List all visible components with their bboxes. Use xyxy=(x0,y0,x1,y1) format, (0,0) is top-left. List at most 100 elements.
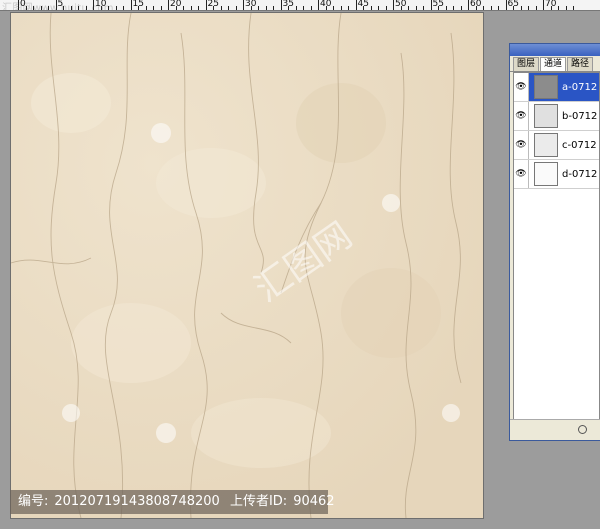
ruler-minor-tick xyxy=(475,6,477,10)
ruler-minor-tick xyxy=(415,6,417,10)
ruler-minor-tick xyxy=(228,6,229,10)
document-frame xyxy=(0,11,10,529)
eye-icon[interactable]: 👁 xyxy=(514,160,529,188)
horizontal-ruler: 汇图网www.huitu.com 0 5 10 15 20 25 30 35 40 45 50 55 6… xyxy=(0,0,600,11)
channel-list: 👁 a-0712 👁 b-0712 👁 c-0712 👁 d-0712 xyxy=(513,72,600,420)
channel-name: b-0712 xyxy=(562,110,598,122)
ruler-minor-tick xyxy=(295,6,297,10)
channel-thumbnail xyxy=(534,104,558,128)
ruler-minor-tick xyxy=(153,6,154,10)
ruler-minor-tick xyxy=(370,6,372,10)
ruler-major-tick xyxy=(543,0,544,10)
channel-thumbnail xyxy=(534,162,558,186)
ruler-minor-tick xyxy=(265,6,267,10)
ruler-minor-tick xyxy=(220,6,222,10)
ruler-minor-tick xyxy=(273,6,274,10)
ruler-minor-tick xyxy=(235,6,237,10)
ruler-major-tick xyxy=(243,0,244,10)
marble-canvas[interactable]: 汇图网 xyxy=(10,12,484,519)
marble-texture: 汇图网 xyxy=(11,13,483,518)
ruler-minor-tick xyxy=(400,6,402,10)
ruler-major-tick xyxy=(280,0,282,10)
tab-layers[interactable]: 图层 xyxy=(513,57,540,71)
ruler-major-tick xyxy=(93,0,94,10)
id-label: 编号: xyxy=(18,494,49,509)
ruler-minor-tick xyxy=(183,6,184,10)
channel-row[interactable]: 👁 b-0712 xyxy=(514,102,599,131)
ruler-minor-tick xyxy=(160,6,162,10)
ruler-minor-tick xyxy=(175,6,177,10)
eye-icon[interactable]: 👁 xyxy=(514,131,529,159)
ruler-minor-tick xyxy=(325,6,327,10)
ruler-minor-tick xyxy=(498,6,499,10)
ruler-minor-tick xyxy=(333,6,334,10)
ruler-major-tick xyxy=(18,0,19,10)
channel-row[interactable]: 👁 d-0712 xyxy=(514,160,599,189)
ruler-minor-tick xyxy=(483,6,484,10)
ruler-minor-tick xyxy=(348,6,349,10)
ruler-major-tick xyxy=(205,0,207,10)
ruler-minor-tick xyxy=(408,6,409,10)
ruler-minor-tick xyxy=(310,6,312,10)
ruler-minor-tick xyxy=(565,6,567,10)
ruler-minor-tick xyxy=(250,6,252,10)
ruler-minor-tick xyxy=(550,6,552,10)
ruler-minor-tick xyxy=(258,6,259,10)
ruler-minor-tick xyxy=(438,6,439,10)
ruler-minor-tick xyxy=(303,6,304,10)
load-selection-icon[interactable] xyxy=(578,425,587,434)
ruler-minor-tick xyxy=(33,6,34,10)
eye-icon[interactable]: 👁 xyxy=(514,102,529,130)
ruler-minor-tick xyxy=(123,6,124,10)
channel-thumbnail xyxy=(534,75,558,99)
channels-panel: 图层 通道 路径 👁 a-0712 👁 b-0712 👁 c-0712 👁 d-… xyxy=(509,43,600,441)
ruler-minor-tick xyxy=(115,6,117,10)
eye-icon[interactable]: 👁 xyxy=(514,73,529,101)
channel-row[interactable]: 👁 c-0712 xyxy=(514,131,599,160)
ruler-minor-tick xyxy=(213,6,214,10)
ruler-minor-tick xyxy=(63,6,64,10)
ruler-major-tick xyxy=(393,0,394,10)
tab-channels[interactable]: 通道 xyxy=(540,57,567,71)
panel-title-bar[interactable] xyxy=(510,44,600,56)
ruler-minor-tick xyxy=(453,6,454,10)
id-value: 20120719143808748200 xyxy=(54,494,220,509)
ruler-minor-tick xyxy=(385,6,387,10)
ruler-minor-tick xyxy=(40,6,42,10)
ruler-minor-tick xyxy=(520,6,522,10)
ruler-minor-tick xyxy=(460,6,462,10)
ruler-minor-tick xyxy=(340,6,342,10)
ruler-major-tick xyxy=(468,0,469,10)
ruler-major-tick xyxy=(355,0,357,10)
ruler-major-tick xyxy=(168,0,169,10)
ruler-minor-tick xyxy=(198,6,199,10)
ruler-major-tick xyxy=(430,0,432,10)
ruler-minor-tick xyxy=(25,6,27,10)
ruler-minor-tick xyxy=(490,6,492,10)
ruler-minor-tick xyxy=(138,6,139,10)
ruler-minor-tick xyxy=(378,6,379,10)
ruler-minor-tick xyxy=(445,6,447,10)
panel-tabs: 图层 通道 路径 xyxy=(510,57,600,72)
ruler-minor-tick xyxy=(363,6,364,10)
ruler-minor-tick xyxy=(145,6,147,10)
ruler-minor-tick xyxy=(535,6,537,10)
ruler-minor-tick xyxy=(288,6,289,10)
ruler-major-tick xyxy=(318,0,319,10)
channel-name: a-0712 xyxy=(562,81,598,93)
ruler-minor-tick xyxy=(70,6,72,10)
channel-row[interactable]: 👁 a-0712 xyxy=(514,73,599,102)
ruler-minor-tick xyxy=(100,6,102,10)
ruler-minor-tick xyxy=(573,6,574,10)
ruler-minor-tick xyxy=(85,6,87,10)
ruler-major-tick xyxy=(130,0,132,10)
channel-name: c-0712 xyxy=(562,139,597,151)
channel-name: d-0712 xyxy=(562,168,598,180)
uploader-value: 90462 xyxy=(293,494,335,509)
ruler-minor-tick xyxy=(513,6,514,10)
ruler-minor-tick xyxy=(78,6,79,10)
ruler-minor-tick xyxy=(423,6,424,10)
tab-paths[interactable]: 路径 xyxy=(567,57,594,71)
uploader-label: 上传者ID: xyxy=(229,494,288,509)
ruler-minor-tick xyxy=(558,6,559,10)
